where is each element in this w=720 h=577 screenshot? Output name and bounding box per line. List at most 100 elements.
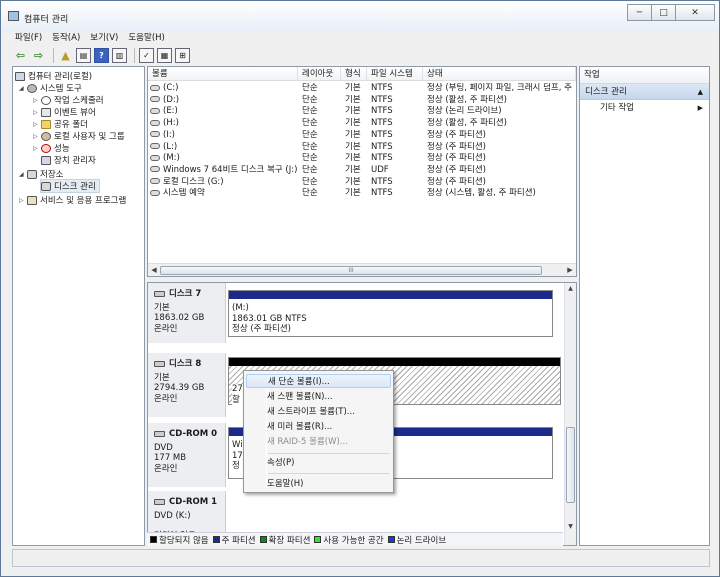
expand-icon[interactable]: ▷	[33, 145, 41, 152]
expand-icon[interactable]: ▷	[33, 97, 41, 104]
volume-row[interactable]: 시스템 예약 단순 기본 NTFS 정상 (시스템, 활성, 주 파티션)	[148, 188, 576, 200]
menu-new-mirrored-volume[interactable]: 새 미러 볼륨(R)...	[246, 420, 391, 434]
properties-icon[interactable]: ✓	[139, 47, 154, 63]
help-icon[interactable]: ?	[94, 47, 109, 63]
show-hide-icon[interactable]: ▥	[112, 47, 127, 63]
column-header-status[interactable]: 상태	[423, 67, 576, 81]
volume-cell-name: (E:)	[150, 106, 298, 118]
scroll-up-icon[interactable]: ▲	[565, 283, 576, 294]
services-icon	[27, 195, 37, 205]
primary-partition-bar	[229, 291, 552, 299]
volume-row[interactable]: (L:) 단순 기본 NTFS 정상 (주 파티션)	[148, 142, 576, 154]
volume-row[interactable]: (I:) 단순 기본 NTFS 정상 (주 파티션)	[148, 130, 576, 142]
disk-info-disk8[interactable]: 디스크 8 기본 2794.39 GB 온라인	[148, 353, 226, 417]
tree-item-services[interactable]: ▷ 서비스 및 응용 프로그램	[19, 194, 126, 206]
menu-help[interactable]: 도움말(H)	[124, 31, 168, 45]
column-header-filesystem[interactable]: 파일 시스템	[367, 67, 423, 81]
volume-row[interactable]: (M:) 단순 기본 NTFS 정상 (주 파티션)	[148, 153, 576, 165]
scroll-thumb[interactable]	[566, 427, 575, 503]
scroll-down-icon[interactable]: ▼	[565, 521, 576, 532]
vertical-scrollbar[interactable]: ▲ ▼	[564, 283, 576, 545]
tree-item-device-manager[interactable]: 장치 관리자	[41, 154, 96, 166]
disk-size: 1863.02 GB	[154, 313, 205, 323]
volume-cell-name: (L:)	[150, 142, 298, 154]
refresh-icon[interactable]: ⊞	[175, 47, 190, 63]
more-actions-item[interactable]: 기타 작업 ▶	[580, 102, 709, 115]
horizontal-scrollbar[interactable]: ◀ III ▶	[148, 263, 576, 276]
volume-cell-type: 기본	[345, 94, 361, 105]
volume-cell-type: 기본	[345, 164, 361, 175]
disk-size: 2794.39 GB	[154, 383, 205, 393]
minimize-button[interactable]: ─	[627, 4, 652, 21]
menu-help[interactable]: 도움말(H)	[246, 477, 391, 491]
disk-name: CD-ROM 0	[169, 429, 218, 439]
actions-section-disk-management[interactable]: 디스크 관리 ▲	[580, 84, 709, 100]
unallocated-bar	[229, 358, 560, 366]
disk-info-cdrom0[interactable]: CD-ROM 0 DVD 177 MB 온라인	[148, 423, 226, 487]
legend-primary: 주 파티션	[212, 534, 256, 546]
menu-new-simple-volume[interactable]: 새 단순 볼륨(I)...	[246, 374, 391, 388]
menu-file[interactable]: 파일(F)	[11, 31, 46, 45]
legend-free-space: 사용 가능한 공간	[314, 534, 384, 546]
partition-label: Wi	[232, 440, 243, 450]
tree-item-disk-management[interactable]: 디스크 관리	[40, 179, 100, 193]
expand-icon[interactable]: ▷	[19, 197, 27, 204]
collapse-icon[interactable]: ▲	[698, 84, 703, 100]
scroll-left-icon[interactable]: ◀	[148, 264, 160, 276]
scroll-thumb[interactable]: III	[160, 266, 542, 275]
tree-item-shared-folders[interactable]: ▷ 공유 폴더	[33, 118, 88, 130]
collapse-icon[interactable]: ◢	[19, 171, 27, 178]
column-header-layout[interactable]: 레이아웃	[298, 67, 341, 81]
maximize-button[interactable]: □	[651, 4, 676, 21]
partition-disk7-m[interactable]: (M:) 1863.01 GB NTFS 정상 (주 파티션)	[228, 290, 553, 337]
tree-item-root[interactable]: 컴퓨터 관리(로컬)	[15, 70, 92, 82]
menu-new-spanned-volume[interactable]: 새 스팬 볼륨(N)...	[246, 390, 391, 404]
clock-icon	[41, 95, 51, 105]
column-header-type[interactable]: 형식	[341, 67, 367, 81]
volume-row[interactable]: (D:) 단순 기본 NTFS 정상 (활성, 주 파티션)	[148, 95, 576, 107]
collapse-icon[interactable]: ◢	[19, 85, 27, 92]
volume-row[interactable]: (H:) 단순 기본 NTFS 정상 (활성, 주 파티션)	[148, 118, 576, 130]
close-button[interactable]: ✕	[675, 4, 715, 21]
volume-row[interactable]: 로컬 디스크 (G:) 단순 기본 NTFS 정상 (주 파티션)	[148, 177, 576, 189]
volume-row[interactable]: (C:) 단순 기본 NTFS 정상 (부팅, 페이지 파일, 크래시 덤프, 주	[148, 83, 576, 95]
up-folder-icon[interactable]: ▲	[58, 48, 73, 63]
tree-item-local-users[interactable]: ▷ 로컬 사용자 및 그룹	[33, 130, 125, 142]
disk-row-disk7: 디스크 7 기본 1863.02 GB 온라인 (M:) 1863.01 GB …	[148, 283, 576, 343]
volume-cell-status: 정상 (부팅, 페이지 파일, 크래시 덤프, 주	[427, 83, 572, 93]
export-icon[interactable]: ▦	[157, 47, 172, 63]
disk-type: 기본	[154, 372, 170, 383]
computer-icon	[15, 71, 25, 81]
back-arrow-icon[interactable]: ⇦	[13, 48, 28, 63]
volume-icon	[150, 166, 160, 173]
volume-cell-status: 정상 (주 파티션)	[427, 176, 486, 187]
disk-type: 기본	[154, 302, 170, 313]
menu-bar: 파일(F) 동작(A) 보기(V) 도움말(H)	[1, 31, 719, 45]
expand-icon[interactable]: ▷	[33, 121, 41, 128]
expand-icon[interactable]: ▷	[33, 133, 41, 140]
performance-icon	[41, 143, 51, 153]
tree-item-event-viewer[interactable]: ▷ 이벤트 뷰어	[33, 106, 96, 118]
legend-swatch	[212, 536, 220, 543]
menu-action[interactable]: 동작(A)	[48, 31, 84, 45]
column-header-volume[interactable]: 볼륨	[148, 67, 298, 81]
tree-item-system-tools[interactable]: ◢ 시스템 도구	[19, 82, 82, 94]
menu-view[interactable]: 보기(V)	[86, 31, 122, 45]
volume-row[interactable]: Windows 7 64비트 디스크 복구 (J:) 단순 기본 UDF 정상 (주 파…	[148, 165, 576, 177]
expand-icon[interactable]: ▷	[33, 109, 41, 116]
disk-info-disk7[interactable]: 디스크 7 기본 1863.02 GB 온라인	[148, 283, 226, 343]
scroll-right-icon[interactable]: ▶	[564, 264, 576, 276]
tree-item-performance[interactable]: ▷ 성능	[33, 142, 70, 154]
tree-item-task-scheduler[interactable]: ▷ 작업 스케줄러	[33, 94, 104, 106]
volume-cell-status: 정상 (활성, 주 파티션)	[427, 94, 508, 105]
partition-size: 1863.01 GB NTFS	[232, 313, 307, 324]
menu-properties[interactable]: 속성(P)	[246, 456, 391, 470]
menu-new-striped-volume[interactable]: 새 스트라이프 볼륨(T)...	[246, 405, 391, 419]
volume-icon	[150, 107, 160, 114]
volume-cell-status: 정상 (시스템, 활성, 주 파티션)	[427, 188, 536, 199]
title-bar[interactable]: 컴퓨터 관리 ─ □ ✕	[1, 1, 719, 31]
forward-arrow-icon[interactable]: ⇨	[31, 48, 46, 63]
tree-item-storage[interactable]: ◢ 저장소	[19, 168, 63, 180]
console-tree-icon[interactable]: ▤	[76, 47, 91, 63]
volume-row[interactable]: (E:) 단순 기본 NTFS 정상 (논리 드라이브)	[148, 106, 576, 118]
